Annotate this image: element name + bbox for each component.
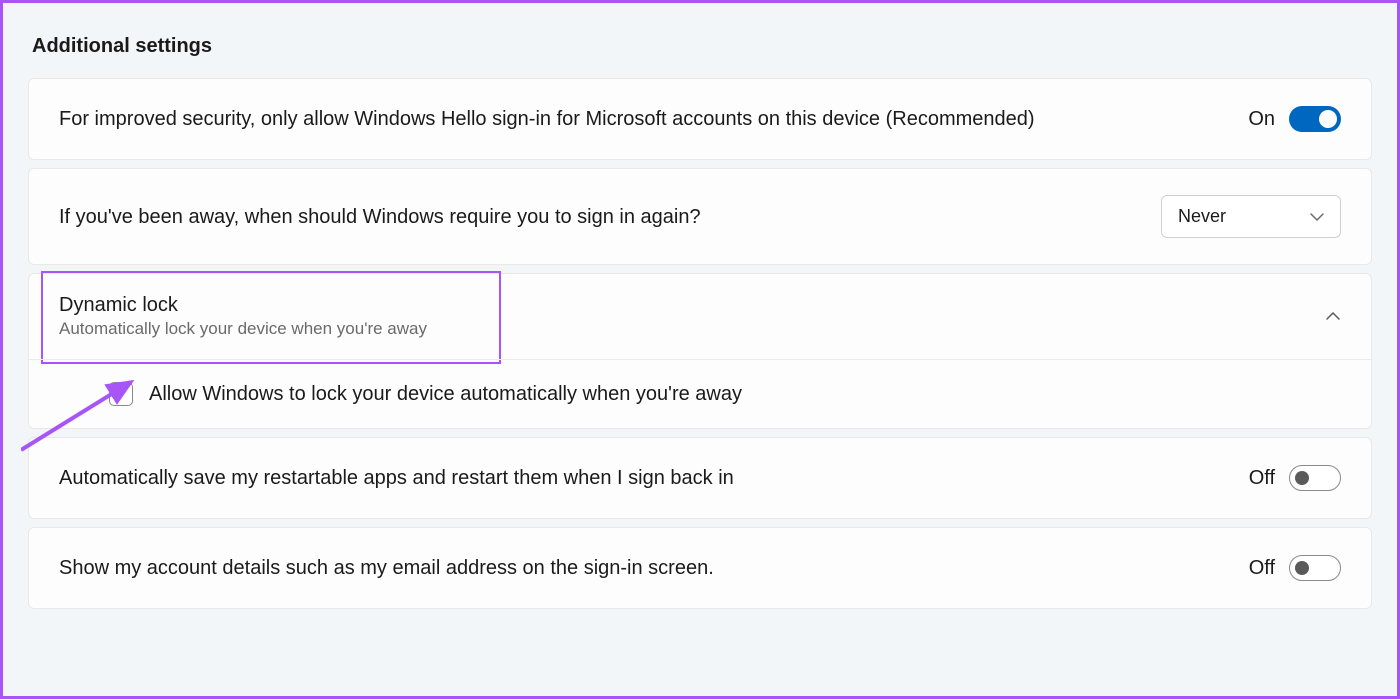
setting-row-account-details: Show my account details such as my email… (28, 527, 1372, 609)
setting-row-require-signin: If you've been away, when should Windows… (28, 168, 1372, 265)
chevron-up-icon (1325, 308, 1341, 326)
setting-label: Show my account details such as my email… (59, 554, 714, 582)
windows-hello-toggle[interactable] (1289, 106, 1341, 132)
annotation-highlight (41, 271, 501, 364)
setting-row-windows-hello: For improved security, only allow Window… (28, 78, 1372, 160)
setting-label: If you've been away, when should Windows… (59, 203, 701, 231)
select-value: Never (1178, 206, 1226, 227)
setting-row-restartable-apps: Automatically save my restartable apps a… (28, 437, 1372, 519)
setting-row-dynamic-lock: Dynamic lock Automatically lock your dev… (28, 273, 1372, 429)
setting-label: Automatically save my restartable apps a… (59, 464, 734, 492)
dynamic-lock-expand-header[interactable]: Dynamic lock Automatically lock your dev… (29, 274, 1371, 359)
setting-label: For improved security, only allow Window… (59, 105, 1035, 133)
dynamic-lock-content: Allow Windows to lock your device automa… (29, 359, 1371, 428)
dynamic-lock-checkbox[interactable] (109, 382, 133, 406)
account-details-toggle[interactable] (1289, 555, 1341, 581)
require-signin-select[interactable]: Never (1161, 195, 1341, 238)
restartable-apps-toggle[interactable] (1289, 465, 1341, 491)
dynamic-lock-checkbox-label: Allow Windows to lock your device automa… (149, 383, 742, 406)
dynamic-lock-title: Dynamic lock (59, 294, 427, 317)
toggle-state-label: Off (1249, 467, 1275, 490)
toggle-state-label: Off (1249, 557, 1275, 580)
toggle-state-label: On (1248, 108, 1275, 131)
chevron-down-icon (1310, 206, 1324, 227)
dynamic-lock-subtitle: Automatically lock your device when you'… (59, 319, 427, 339)
section-title-additional-settings: Additional settings (32, 35, 1372, 58)
